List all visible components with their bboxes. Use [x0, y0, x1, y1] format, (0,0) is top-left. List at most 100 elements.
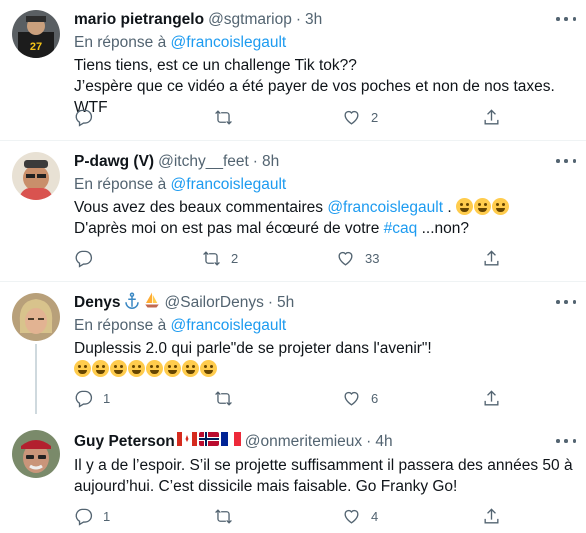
timestamp[interactable]: 4h: [375, 432, 392, 452]
user-handle[interactable]: @SailorDenys: [165, 293, 264, 313]
reply-prefix: En réponse à: [74, 34, 167, 51]
more-options-icon[interactable]: [556, 438, 576, 444]
separator: ·: [366, 433, 372, 450]
share-button[interactable]: [482, 247, 501, 269]
svg-text:27: 27: [30, 41, 42, 53]
like-button[interactable]: 4: [342, 505, 482, 527]
share-icon: [484, 389, 499, 406]
reply-button[interactable]: 1: [74, 387, 214, 409]
reply-icon: [75, 390, 93, 408]
more-options-icon[interactable]: [556, 158, 576, 164]
rolling-on-floor-laughing-emoji: [491, 198, 509, 215]
user-handle[interactable]: @sgtmariop: [208, 10, 292, 30]
rolling-on-floor-laughing-emoji: [455, 198, 473, 215]
display-name[interactable]: P-dawg (V): [74, 152, 154, 172]
user-handle[interactable]: @onmeritemieux: [245, 432, 362, 452]
tweet-text: Il y a de l’espoir. S’il se projette suf…: [74, 455, 576, 497]
grinning-squinting-emoji: [146, 360, 163, 377]
heart-icon: [344, 110, 359, 125]
retweet-icon: [215, 508, 232, 524]
winking-tongue-emoji: [128, 360, 145, 377]
heart-icon: [344, 509, 359, 524]
share-button[interactable]: [482, 106, 501, 128]
reply-count: 1: [103, 390, 111, 406]
display-name[interactable]: mario pietrangelo: [74, 10, 204, 30]
avatar[interactable]: [12, 293, 60, 341]
share-button[interactable]: [482, 505, 501, 527]
like-button[interactable]: 6: [342, 387, 482, 409]
heart-icon: [338, 251, 353, 266]
display-name[interactable]: Guy Peterson: [74, 432, 175, 452]
winking-tongue-emoji: [200, 360, 217, 377]
timestamp[interactable]: 5h: [277, 293, 294, 313]
mention-link[interactable]: @francoislegault: [327, 199, 443, 216]
tweet-text: Duplessis 2.0 qui parle"de se projeter d…: [74, 338, 576, 380]
retweet-count: 2: [231, 250, 239, 266]
sailboat-icon: [143, 291, 161, 315]
share-icon: [484, 507, 499, 524]
rolling-on-floor-laughing-emoji: [164, 360, 181, 377]
retweet-button[interactable]: [214, 106, 342, 128]
tweet-text-line: D'après moi on est pas mal écœuré de vot…: [74, 220, 469, 237]
retweet-button[interactable]: 2: [202, 247, 336, 269]
share-icon: [484, 249, 499, 266]
tweet-text-line: Tiens tiens, est ce un challenge Tik tok…: [74, 57, 357, 74]
reply-button[interactable]: [74, 106, 214, 128]
rolling-on-floor-laughing-emoji: [92, 360, 109, 377]
tweet-text-line: Duplessis 2.0 qui parle"de se projeter d…: [74, 340, 432, 357]
user-handle[interactable]: @itchy__feet: [158, 152, 249, 172]
reply-button[interactable]: [74, 247, 202, 269]
avatar[interactable]: [12, 152, 60, 200]
retweet-icon: [215, 390, 232, 406]
reply-context: En réponse à @francoislegault: [74, 316, 576, 336]
like-count: 4: [371, 508, 379, 524]
retweet-button[interactable]: [214, 505, 342, 527]
more-options-icon[interactable]: [556, 16, 576, 22]
like-button[interactable]: 33: [336, 247, 482, 269]
flag-norway-icon: [198, 432, 219, 452]
reply-mention-link[interactable]: @francoislegault: [171, 176, 287, 193]
zany-face-emoji: [182, 360, 199, 377]
tweet-text-line: Vous avez des beaux commentaires @franco…: [74, 197, 576, 218]
anchor-icon: [123, 291, 141, 315]
like-count: 33: [365, 250, 380, 266]
flag-france-icon: [220, 432, 241, 452]
reply-icon: [75, 109, 93, 127]
retweet-icon: [203, 250, 220, 266]
thread-line: [35, 344, 37, 414]
share-button[interactable]: [482, 387, 501, 409]
tweet-text-line: Il y a de l’espoir. S’il se projette suf…: [74, 457, 573, 474]
reply-mention-link[interactable]: @francoislegault: [171, 34, 287, 51]
tweet-text-line: aujourd’hui. C’est dissicile mais faisab…: [74, 478, 458, 495]
display-name[interactable]: Denys: [74, 293, 121, 313]
reply-mention-link[interactable]: @francoislegault: [171, 317, 287, 334]
grinning-squinting-emoji: [74, 360, 91, 377]
retweet-button[interactable]: [214, 387, 342, 409]
avatar[interactable]: [12, 430, 60, 478]
separator: ·: [267, 294, 273, 311]
like-count: 6: [371, 390, 379, 406]
reply-prefix: En réponse à: [74, 317, 167, 334]
reply-icon: [75, 508, 93, 526]
reply-context: En réponse à @francoislegault: [74, 33, 576, 53]
avatar[interactable]: 27: [12, 10, 60, 58]
separator: ·: [295, 11, 302, 28]
separator: ·: [252, 153, 258, 170]
heart-icon: [344, 391, 359, 406]
emoji-line: [74, 359, 576, 380]
reply-count: 1: [103, 508, 111, 524]
reply-icon: [75, 250, 93, 268]
timestamp[interactable]: 3h: [305, 10, 322, 30]
divider: [0, 281, 586, 282]
tweet-text: Vous avez des beaux commentaires @franco…: [74, 197, 576, 239]
timestamp[interactable]: 8h: [262, 152, 279, 172]
more-options-icon[interactable]: [556, 299, 576, 305]
like-button[interactable]: 2: [342, 106, 482, 128]
rolling-on-floor-laughing-emoji: [473, 198, 491, 215]
divider: [0, 140, 586, 141]
like-count: 2: [371, 109, 379, 125]
reply-button[interactable]: 1: [74, 505, 214, 527]
hashtag-link[interactable]: #caq: [384, 220, 418, 237]
flag-canada-icon: [176, 432, 197, 452]
zany-face-emoji: [110, 360, 127, 377]
